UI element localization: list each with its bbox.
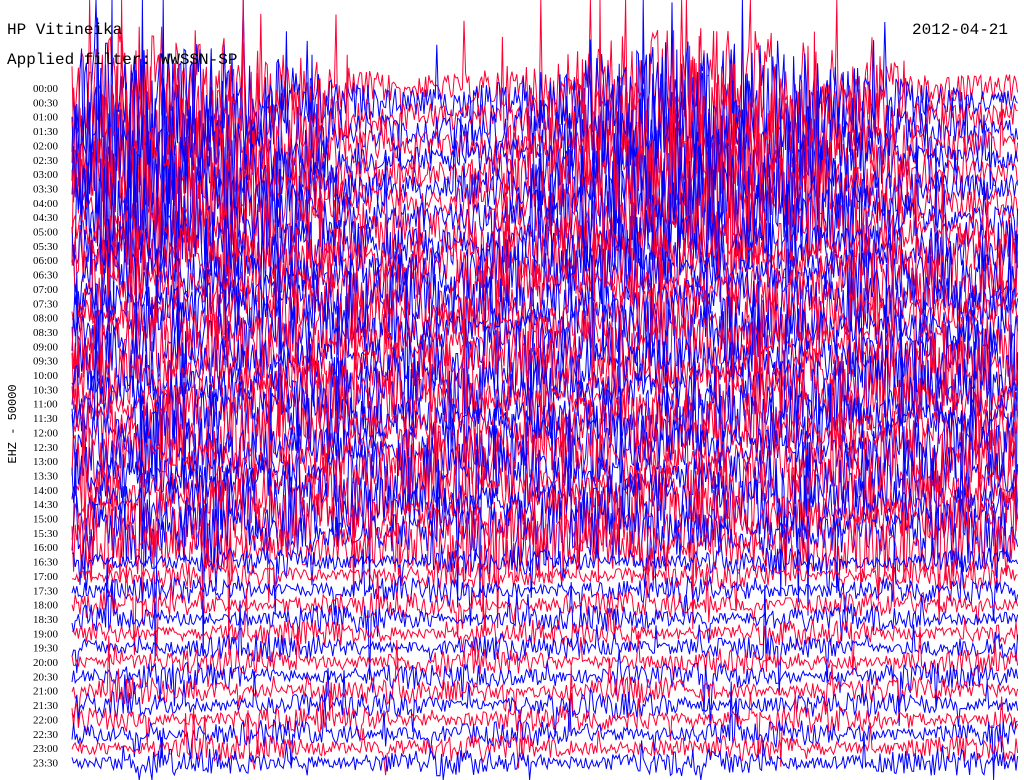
- trace-line-1600: [71, 441, 1019, 629]
- tick-label-1000: 10:00: [33, 370, 59, 382]
- tick-label-0700: 07:00: [33, 284, 59, 296]
- tick-label-1430: 14:30: [33, 499, 59, 511]
- tick-label-1630: 16:30: [33, 557, 59, 569]
- trace-line-1900: [71, 588, 1019, 675]
- record-date: 2012-04-21: [911, 21, 1008, 39]
- tick-label-0330: 03:30: [33, 183, 59, 195]
- tick-label-0500: 05:00: [33, 227, 59, 239]
- tick-label-0430: 04:30: [33, 212, 59, 224]
- tick-label-0130: 01:30: [33, 126, 59, 138]
- tick-label-1230: 12:30: [33, 442, 59, 454]
- tick-label-1530: 15:30: [33, 528, 59, 540]
- tick-label-1100: 11:00: [33, 399, 58, 411]
- tick-label-2030: 20:30: [33, 671, 59, 683]
- tick-label-1400: 14:00: [33, 485, 59, 497]
- tick-label-1500: 15:00: [33, 514, 59, 526]
- tick-label-1930: 19:30: [33, 643, 59, 655]
- tick-label-1200: 12:00: [33, 427, 59, 439]
- tick-label-0630: 06:30: [33, 270, 59, 282]
- tick-label-0230: 02:30: [33, 155, 59, 167]
- tick-label-2330: 23:30: [33, 757, 59, 769]
- station-title: HP Vitineika: [7, 21, 123, 39]
- channel-axis-label: EHZ - 50000: [6, 384, 20, 464]
- tick-label-1900: 19:00: [33, 628, 59, 640]
- tick-label-0200: 02:00: [33, 140, 59, 152]
- tick-label-1830: 18:30: [33, 614, 59, 626]
- tick-label-0600: 06:00: [33, 255, 59, 267]
- tick-label-0930: 09:30: [33, 356, 59, 368]
- tick-label-0030: 00:30: [33, 97, 59, 109]
- tick-label-0800: 08:00: [33, 313, 59, 325]
- tick-label-1330: 13:30: [33, 470, 59, 482]
- tick-label-0830: 08:30: [33, 327, 59, 339]
- tick-label-1800: 18:00: [33, 600, 59, 612]
- tick-label-0000: 00:00: [33, 83, 59, 95]
- tick-label-2100: 21:00: [33, 686, 59, 698]
- seismogram-plot: 00:00 00:30 01:00 01:30 02:00 02:30 03:00 03:30…: [33, 0, 1019, 780]
- tick-label-2200: 22:00: [33, 714, 59, 726]
- tick-label-1730: 17:30: [33, 585, 59, 597]
- trace-line-1800: [71, 555, 1019, 656]
- tick-label-0730: 07:30: [33, 298, 59, 310]
- filter-subtitle: Applied filter: WWSSN-SP: [7, 51, 238, 69]
- tick-label-0400: 04:00: [33, 198, 59, 210]
- tick-label-0300: 03:00: [33, 169, 59, 181]
- tick-label-0100: 01:00: [33, 112, 59, 124]
- time-tick-labels: 00:00 00:30 01:00 01:30 02:00 02:30 03:00 03:30…: [33, 83, 59, 769]
- tick-label-2300: 23:00: [33, 743, 59, 755]
- tick-label-0900: 09:00: [33, 341, 59, 353]
- tick-label-1030: 10:30: [33, 384, 59, 396]
- tick-label-1130: 11:30: [33, 413, 58, 425]
- tick-label-2230: 22:30: [33, 729, 59, 741]
- tick-label-1700: 17:00: [33, 571, 59, 583]
- tick-label-1600: 16:00: [33, 542, 59, 554]
- tick-label-0530: 05:30: [33, 241, 59, 253]
- tick-label-2130: 21:30: [33, 700, 59, 712]
- trace-layer: [71, 0, 1019, 780]
- tick-label-2000: 20:00: [33, 657, 59, 669]
- tick-label-1300: 13:00: [33, 456, 59, 468]
